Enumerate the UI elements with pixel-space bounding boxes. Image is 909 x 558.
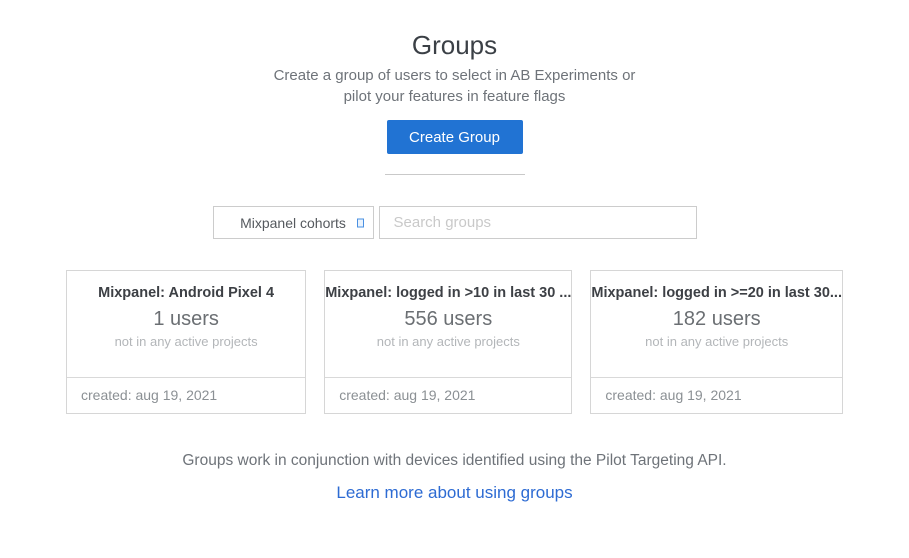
group-card-created: created: aug 19, 2021 xyxy=(67,377,305,413)
page-subtitle: Create a group of users to select in AB … xyxy=(0,65,909,107)
learn-more-link[interactable]: Learn more about using groups xyxy=(0,483,909,503)
cohort-source-dropdown[interactable]: Mixpanel cohorts xyxy=(213,206,374,239)
create-group-button[interactable]: Create Group xyxy=(387,120,523,154)
group-card-body: Mixpanel: logged in >=20 in last 30... 1… xyxy=(591,271,842,377)
section-divider xyxy=(385,174,525,175)
search-groups-input[interactable] xyxy=(379,206,697,239)
group-card-status: not in any active projects xyxy=(591,334,842,349)
footer-note: Groups work in conjunction with devices … xyxy=(0,452,909,470)
group-card-user-count: 1 users xyxy=(67,308,305,331)
filter-row: Mixpanel cohorts xyxy=(0,206,909,239)
page-subtitle-line-1: Create a group of users to select in AB … xyxy=(0,65,909,86)
groups-list: Mixpanel: Android Pixel 4 1 users not in… xyxy=(66,270,843,414)
group-card-created: created: aug 19, 2021 xyxy=(591,377,842,413)
group-card-created: created: aug 19, 2021 xyxy=(325,377,571,413)
group-card-body: Mixpanel: Android Pixel 4 1 users not in… xyxy=(67,271,305,377)
group-card-user-count: 556 users xyxy=(325,308,571,331)
group-card-title: Mixpanel: logged in >10 in last 30 ... xyxy=(325,285,571,301)
page-title: Groups xyxy=(0,31,909,60)
group-card-title: Mixpanel: Android Pixel 4 xyxy=(67,285,305,301)
group-card-body: Mixpanel: logged in >10 in last 30 ... 5… xyxy=(325,271,571,377)
group-card[interactable]: Mixpanel: logged in >=20 in last 30... 1… xyxy=(590,270,843,414)
group-card-status: not in any active projects xyxy=(325,334,571,349)
group-card[interactable]: Mixpanel: logged in >10 in last 30 ... 5… xyxy=(324,270,572,414)
groups-page: Groups Create a group of users to select… xyxy=(0,0,909,558)
group-card[interactable]: Mixpanel: Android Pixel 4 1 users not in… xyxy=(66,270,306,414)
page-subtitle-line-2: pilot your features in feature flags xyxy=(0,86,909,107)
group-card-user-count: 182 users xyxy=(591,308,842,331)
group-card-title: Mixpanel: logged in >=20 in last 30... xyxy=(591,285,842,301)
dropdown-indicator-icon xyxy=(357,218,364,227)
cohort-source-selected-label: Mixpanel cohorts xyxy=(240,215,346,231)
group-card-status: not in any active projects xyxy=(67,334,305,349)
